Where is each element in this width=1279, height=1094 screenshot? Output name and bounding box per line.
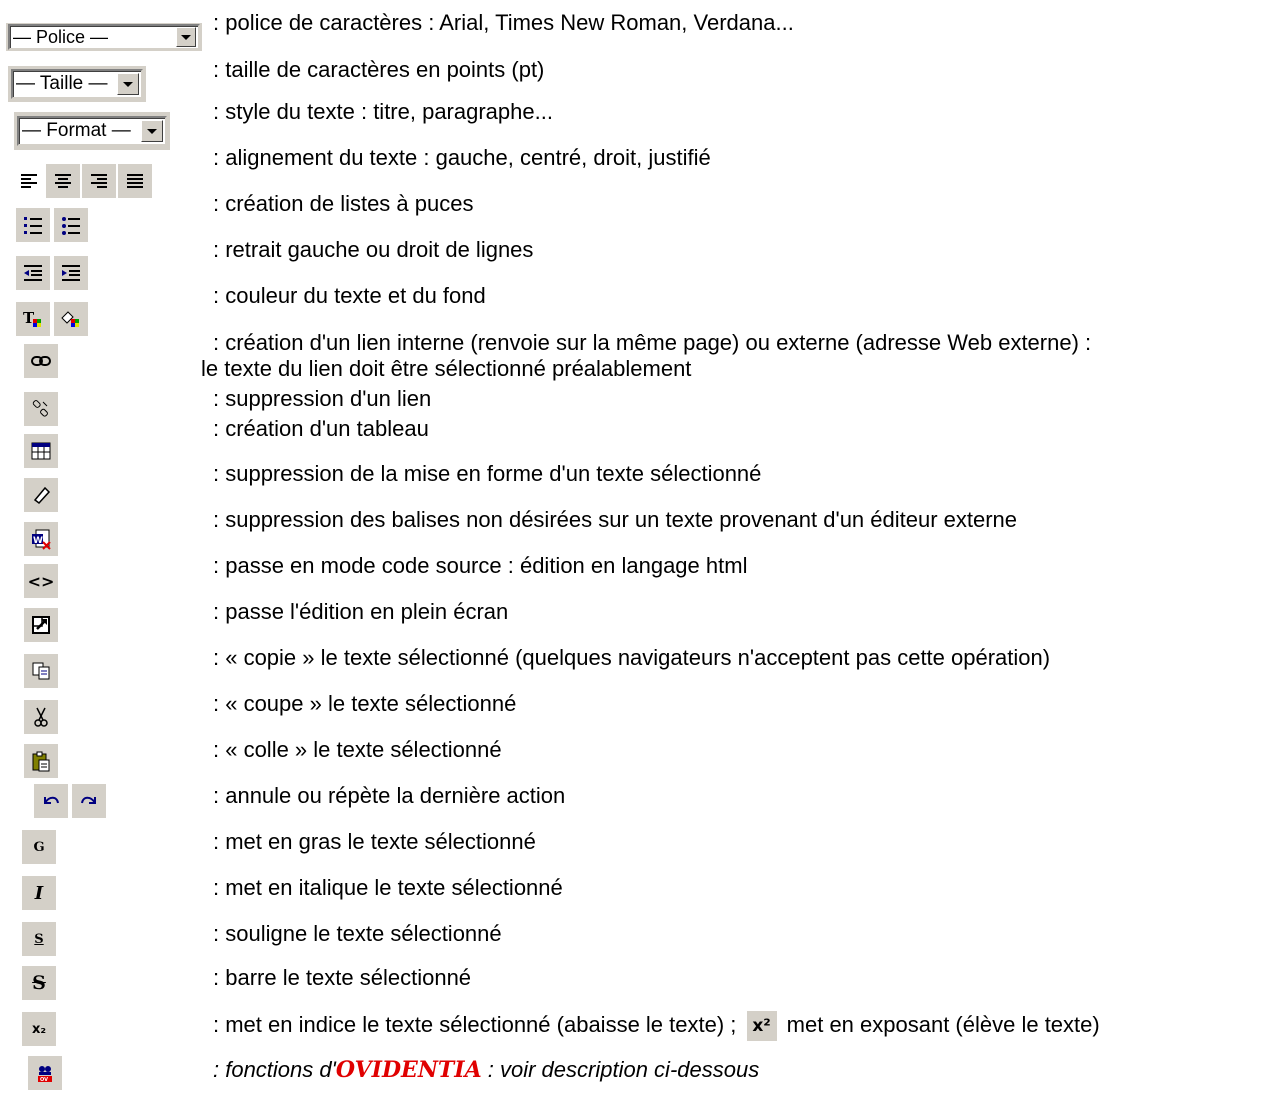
description-lists: : création de listes à puces xyxy=(213,191,474,216)
source-code-button[interactable]: <> xyxy=(24,564,58,598)
italic-icon: I xyxy=(34,882,44,904)
ordered-list-button[interactable] xyxy=(16,208,50,242)
outdent-icon xyxy=(24,265,42,281)
superscript-text: met en exposant (élève le texte) xyxy=(786,1011,1100,1037)
fullscreen-icon xyxy=(32,616,50,634)
align-left-icon xyxy=(21,174,37,188)
eraser-icon xyxy=(33,486,51,505)
superscript-icon: x² xyxy=(752,1016,771,1036)
description-strikethrough: : barre le texte sélectionné xyxy=(213,965,472,990)
description-cut: : « coupe » le texte sélectionné xyxy=(213,691,517,716)
undo-icon xyxy=(44,796,59,804)
align-right-button[interactable] xyxy=(82,164,116,198)
ovidentia-icon: OV xyxy=(38,1066,52,1083)
unordered-list-button[interactable] xyxy=(54,208,88,242)
description-font: : police de caractères : Arial, Times Ne… xyxy=(213,10,794,35)
font-select-value: — Police — xyxy=(13,27,109,47)
description-ovidentia: : fonctions d'OVIDENTIA : voir descripti… xyxy=(213,1057,759,1083)
copy-icon xyxy=(32,662,50,680)
fullscreen-button[interactable] xyxy=(24,608,58,642)
cut-button[interactable] xyxy=(24,700,58,734)
align-center-button[interactable] xyxy=(46,164,80,198)
subscript-button[interactable]: x₂ xyxy=(22,1012,56,1046)
description-link-continued: le texte du lien doit être sélectionné p… xyxy=(201,356,692,381)
size-select[interactable]: — Taille — xyxy=(11,69,143,99)
description-colors: : couleur du texte et du fond xyxy=(213,283,486,308)
unlink-icon xyxy=(32,400,48,417)
paste-button[interactable] xyxy=(24,744,58,778)
description-format: : style du texte : titre, paragraphe... xyxy=(213,99,553,124)
description-remove-format: : suppression de la mise en forme d'un t… xyxy=(213,461,762,486)
indent-icon xyxy=(62,265,80,281)
svg-text:W: W xyxy=(33,536,43,546)
font-select[interactable]: — Police — xyxy=(8,24,200,50)
description-indent: : retrait gauche ou droit de lignes xyxy=(213,237,534,262)
bold-icon: G xyxy=(33,839,45,855)
underline-icon: S xyxy=(34,931,44,947)
ordered-list-icon xyxy=(24,217,42,234)
subscript-text: : met en indice le texte sélectionné (ab… xyxy=(213,1011,737,1037)
clean-word-button[interactable]: W xyxy=(24,522,58,556)
paste-icon xyxy=(32,751,50,772)
bold-button[interactable]: G xyxy=(22,830,56,864)
description-clean-word: : suppression des balises non désirées s… xyxy=(213,507,1018,532)
ovidentia-text-end: : voir description ci-dessous xyxy=(481,1057,760,1082)
unordered-list-icon xyxy=(62,217,80,235)
insert-link-button[interactable] xyxy=(24,344,58,378)
text-color-button[interactable]: T xyxy=(16,302,50,336)
description-undo-redo: : annule ou répète la dernière action xyxy=(213,783,566,808)
redo-button[interactable] xyxy=(72,784,106,818)
description-unlink: : suppression d'un lien xyxy=(213,386,432,411)
background-color-icon xyxy=(61,311,79,327)
scissors-icon xyxy=(34,707,48,727)
italic-button[interactable]: I xyxy=(22,876,56,910)
text-color-icon: T xyxy=(23,309,41,327)
chevron-down-icon[interactable] xyxy=(117,73,139,95)
superscript-button[interactable]: x² xyxy=(746,1011,777,1041)
svg-text:OV: OV xyxy=(40,1077,48,1083)
ovidentia-functions-button[interactable]: OV xyxy=(28,1056,62,1090)
remove-link-button[interactable] xyxy=(24,392,58,426)
table-icon xyxy=(31,442,51,460)
chevron-down-icon[interactable] xyxy=(141,120,163,142)
link-icon xyxy=(31,356,51,366)
description-paste: : « colle » le texte sélectionné xyxy=(213,737,502,762)
word-document-icon: W xyxy=(32,529,51,550)
ovidentia-brand: OVIDENTIA xyxy=(335,1057,482,1083)
subscript-icon: x₂ xyxy=(31,1021,47,1037)
remove-format-button[interactable] xyxy=(24,478,58,512)
ovidentia-text-start: : fonctions d' xyxy=(213,1057,336,1082)
description-source-code: : passe en mode code source : édition en… xyxy=(213,553,748,578)
size-select-value: — Taille — xyxy=(16,73,108,94)
background-color-button[interactable] xyxy=(54,302,88,336)
strikethrough-button[interactable]: S xyxy=(22,966,56,1000)
description-underline: : souligne le texte sélectionné xyxy=(213,921,502,946)
description-table: : création d'un tableau xyxy=(213,416,429,441)
chevron-down-icon[interactable] xyxy=(176,27,196,47)
align-justify-icon xyxy=(127,174,143,188)
align-center-icon xyxy=(55,174,71,188)
underline-button[interactable]: S xyxy=(22,922,56,956)
description-copy: : « copie » le texte sélectionné (quelqu… xyxy=(213,645,1051,670)
description-fullscreen: : passe l'édition en plein écran xyxy=(213,599,509,624)
align-right-icon xyxy=(91,174,107,188)
description-link: : création d'un lien interne (renvoie su… xyxy=(213,330,1092,355)
description-alignment: : alignement du texte : gauche, centré, … xyxy=(213,145,711,170)
description-bold: : met en gras le texte sélectionné xyxy=(213,829,536,854)
format-select[interactable]: — Format — xyxy=(17,116,167,146)
align-left-button[interactable] xyxy=(12,164,46,198)
redo-icon xyxy=(81,796,96,804)
insert-table-button[interactable] xyxy=(24,434,58,468)
description-italic: : met en italique le texte sélectionné xyxy=(213,875,563,900)
align-justify-button[interactable] xyxy=(118,164,152,198)
indent-button[interactable] xyxy=(54,256,88,290)
outdent-button[interactable] xyxy=(16,256,50,290)
copy-button[interactable] xyxy=(24,654,58,688)
undo-button[interactable] xyxy=(34,784,68,818)
description-subscript: : met en indice le texte sélectionné (ab… xyxy=(213,1011,1100,1041)
code-icon: <> xyxy=(27,571,55,591)
description-size: : taille de caractères en points (pt) xyxy=(213,57,545,82)
strikethrough-icon: S xyxy=(32,972,46,994)
format-select-value: — Format — xyxy=(22,120,131,141)
